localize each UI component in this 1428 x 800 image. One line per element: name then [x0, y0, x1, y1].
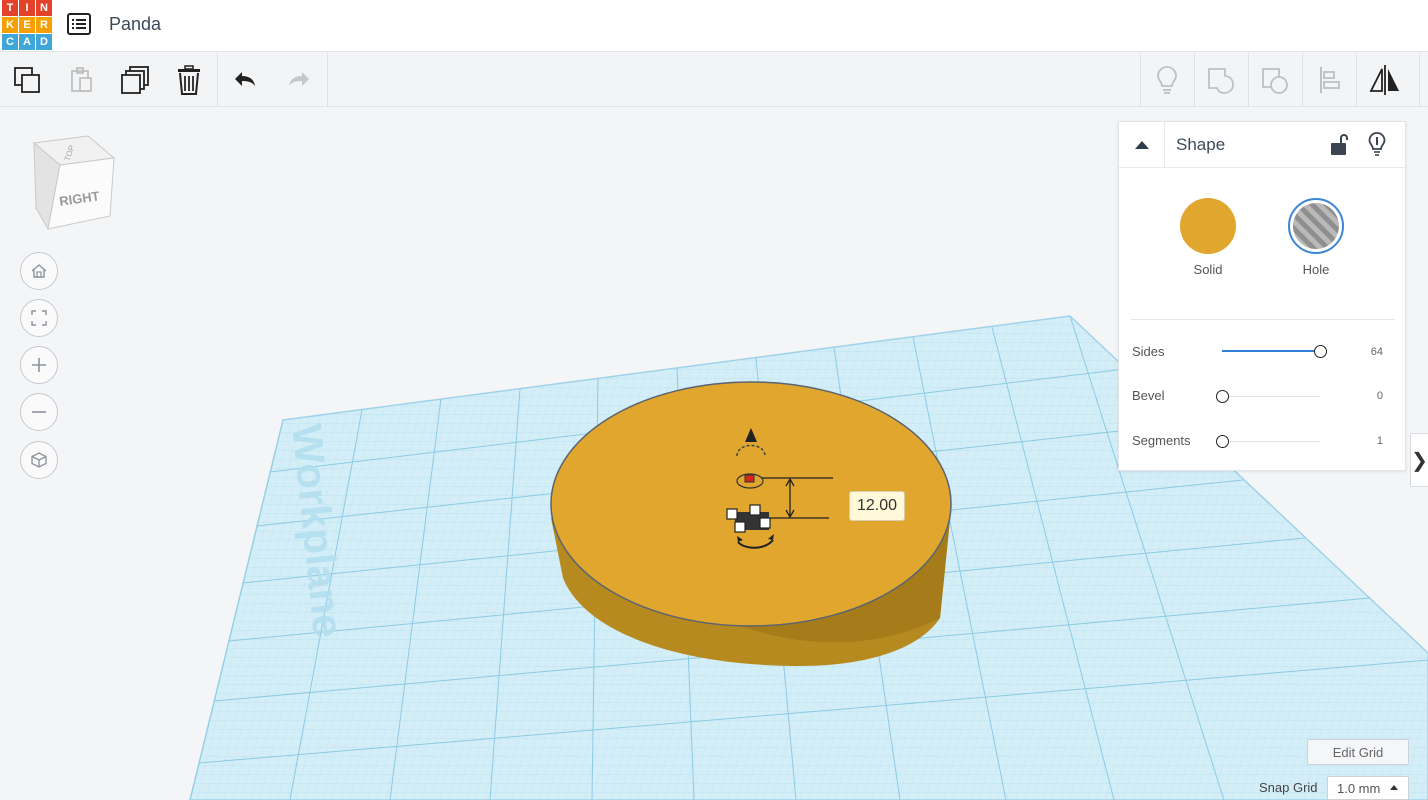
duplicate-button[interactable] [108, 53, 162, 107]
caret-up-icon [1390, 785, 1398, 790]
snap-grid-select[interactable]: 1.0 mm [1327, 776, 1409, 800]
group-button[interactable] [1194, 53, 1248, 107]
height-dimension-input[interactable]: 12.00 [849, 491, 905, 521]
paste-icon [71, 67, 92, 92]
note-bulb-icon [1157, 66, 1177, 94]
logo-letter: C [2, 34, 18, 50]
hole-swatch[interactable] [1288, 198, 1344, 254]
solid-label: Solid [1193, 262, 1223, 277]
segments-value[interactable]: 1 [1355, 435, 1383, 447]
zoom-in-button[interactable] [20, 346, 58, 384]
bevel-value[interactable]: 0 [1355, 390, 1383, 402]
fit-view-button[interactable] [20, 299, 58, 337]
logo-letter: R [36, 17, 52, 33]
ungroup-icon [1262, 68, 1288, 94]
toolbar-divider [1356, 53, 1357, 107]
mirror-icon [1369, 65, 1399, 95]
snap-grid-value: 1.0 mm [1337, 780, 1381, 796]
unlock-icon [1331, 134, 1348, 155]
note-button[interactable] [1140, 53, 1194, 107]
copy-icon [14, 67, 40, 93]
sides-slider-handle[interactable] [1314, 345, 1327, 358]
edit-grid-button[interactable]: Edit Grid [1307, 739, 1409, 765]
home-view-button[interactable] [20, 252, 58, 290]
sides-value[interactable]: 64 [1355, 346, 1383, 358]
fit-view-icon [31, 310, 47, 326]
zoom-in-icon [32, 358, 46, 372]
segments-slider[interactable] [1216, 435, 1320, 448]
logo-letter: K [2, 17, 18, 33]
panel-expand-button[interactable]: ❯ [1410, 433, 1428, 487]
logo-letter: A [19, 34, 35, 50]
inspector-title: Shape [1176, 135, 1226, 154]
delete-icon [178, 65, 200, 95]
document-title[interactable]: Panda [109, 14, 161, 35]
group-icon [1208, 68, 1234, 94]
undo-button[interactable] [218, 53, 272, 107]
logo-letter: E [19, 17, 35, 33]
zoom-out-icon [32, 411, 46, 413]
redo-icon [289, 72, 309, 86]
lock-button[interactable] [1328, 131, 1350, 157]
copy-button[interactable] [0, 53, 54, 107]
sides-slider[interactable] [1222, 345, 1327, 358]
chevron-right-icon: ❯ [1411, 449, 1428, 472]
segments-label: Segments [1132, 433, 1191, 448]
paste-button[interactable] [54, 53, 108, 107]
bevel-label: Bevel [1132, 388, 1165, 403]
zoom-out-button[interactable] [20, 393, 58, 431]
logo-letter: T [2, 0, 18, 16]
inspector-divider [1131, 319, 1395, 320]
solid-color-swatch[interactable] [1180, 198, 1236, 254]
bevel-slider-handle[interactable] [1216, 390, 1229, 403]
align-icon [1320, 67, 1340, 93]
delete-button[interactable] [162, 53, 216, 107]
inspector-header: Shape [1119, 122, 1407, 168]
logo-letter: N [36, 0, 52, 16]
hole-label: Hole [1302, 262, 1330, 277]
caret-up-icon [1134, 141, 1149, 149]
logo-letter: D [36, 34, 52, 50]
3d-viewport[interactable]: Workplane RIGHT TOP 12.00 Shape Solid Ho… [0, 108, 1428, 800]
view-cube[interactable]: RIGHT TOP [32, 135, 116, 231]
align-button[interactable] [1302, 53, 1356, 107]
bevel-slider[interactable] [1216, 390, 1320, 403]
toolbar-divider [1419, 53, 1420, 107]
inspector-collapse-button[interactable] [1119, 122, 1165, 168]
toolbar-divider [327, 53, 328, 107]
top-header: T I N K E R C A D Panda [0, 0, 1428, 52]
logo-letter: I [19, 0, 35, 16]
mirror-button[interactable] [1358, 53, 1412, 107]
tinkercad-logo[interactable]: T I N K E R C A D [2, 0, 52, 50]
redo-button[interactable] [272, 53, 326, 107]
hole-stripes-icon [1293, 203, 1339, 249]
home-view-icon [31, 264, 47, 278]
duplicate-icon [121, 66, 149, 94]
note-button[interactable] [1366, 131, 1388, 157]
undo-icon [235, 72, 255, 86]
bulb-icon [1368, 132, 1386, 156]
shape-inspector: Shape Solid Hole Sides 64 Bevel 0 Segmen… [1118, 121, 1407, 471]
edit-toolbar [0, 53, 1428, 107]
design-list-icon[interactable] [66, 11, 92, 37]
ungroup-button[interactable] [1248, 53, 1302, 107]
perspective-icon [31, 452, 47, 468]
sides-label: Sides [1132, 344, 1165, 359]
snap-grid-label: Snap Grid [1259, 780, 1318, 795]
segments-slider-handle[interactable] [1216, 435, 1229, 448]
perspective-button[interactable] [20, 441, 58, 479]
